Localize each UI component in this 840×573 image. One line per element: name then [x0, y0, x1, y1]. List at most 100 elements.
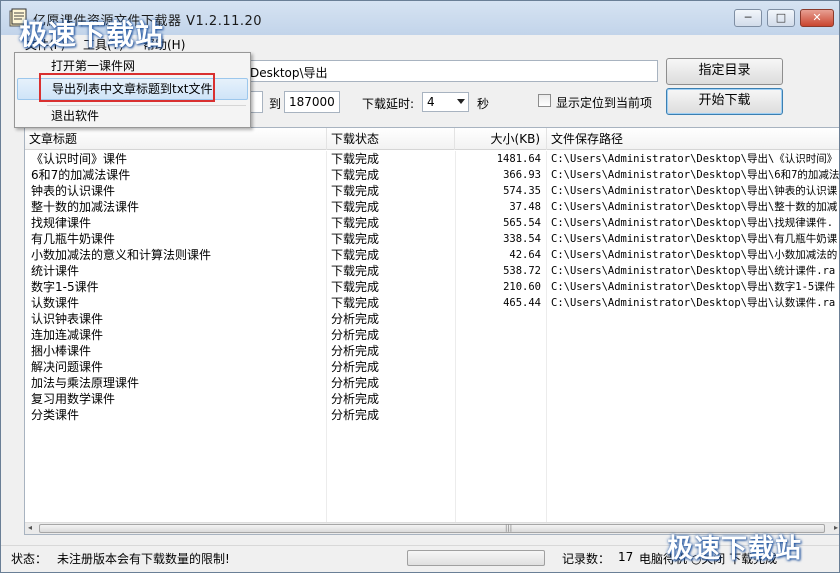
close-button[interactable]: ✕ — [800, 9, 834, 27]
save-path-input[interactable]: Desktop\导出 — [245, 60, 658, 82]
table-row[interactable]: 统计课件 下载完成 538.72 C:\Users\Administrator\Des… — [25, 263, 839, 279]
row-title: 分类课件 — [31, 408, 80, 422]
watermark-logo: 极速下载站 — [19, 18, 165, 51]
table-row[interactable]: 解决问题课件 分析完成 — [25, 359, 839, 375]
maximize-button[interactable]: □ — [767, 9, 795, 27]
row-path: C:\Users\Administrator\Desktop\导出\统计课件.r… — [551, 265, 836, 277]
row-path: C:\Users\Administrator\Desktop\导出\整十数的加减 — [551, 201, 838, 213]
header-size[interactable]: 大小(KB) — [455, 128, 547, 150]
row-title: 统计课件 — [31, 264, 80, 278]
row-status: 分析完成 — [331, 408, 380, 422]
row-status: 分析完成 — [331, 376, 380, 390]
table-row[interactable]: 整十数的加减法课件 下载完成 37.48 C:\Users\Administrator… — [25, 199, 839, 215]
row-title: 连加连减课件 — [31, 328, 104, 342]
row-path: C:\Users\Administrator\Desktop\导出\《认识时间》 — [551, 153, 838, 165]
row-path — [551, 343, 839, 359]
table-body: 《认识时间》课件 下载完成 1481.64 C:\Users\Administrato… — [25, 151, 840, 423]
records-label: 记录数： — [562, 552, 611, 566]
table-row[interactable]: 钟表的认识课件 下载完成 574.35 C:\Users\Administrator\… — [25, 183, 839, 199]
table-row[interactable]: 认识钟表课件 分析完成 — [25, 311, 839, 327]
chevron-down-icon — [457, 99, 465, 104]
row-status: 下载完成 — [331, 280, 380, 294]
row-status: 下载完成 — [331, 232, 380, 246]
menu-item-exit[interactable]: 退出软件 — [17, 105, 248, 127]
table-header: 文章标题 下载状态 大小(KB) 文件保存路径 — [25, 128, 839, 150]
row-path — [551, 407, 839, 423]
row-path — [551, 311, 839, 327]
row-size — [455, 407, 541, 423]
row-status: 分析完成 — [331, 392, 380, 406]
row-path — [551, 375, 839, 391]
row-size: 210.60 — [503, 281, 541, 293]
start-download-button[interactable]: 开始下载 — [666, 88, 783, 115]
row-size — [455, 327, 541, 343]
row-path — [551, 359, 839, 375]
close-icon: ✕ — [812, 11, 822, 24]
scroll-right-icon[interactable]: ▸ — [834, 523, 838, 532]
header-title[interactable]: 文章标题 — [25, 128, 327, 150]
status-message: 未注册版本会有下载数量的限制! — [57, 552, 230, 566]
row-status: 下载完成 — [331, 184, 380, 198]
table-row[interactable]: 6和7的加减法课件 下载完成 366.93 C:\Users\Administrato… — [25, 167, 840, 183]
table-row[interactable]: 复习用数学课件 分析完成 — [25, 391, 839, 407]
row-title: 加法与乘法原理课件 — [31, 376, 140, 390]
row-title: 有几瓶牛奶课件 — [31, 232, 116, 246]
row-size — [455, 343, 541, 359]
row-size: 42.64 — [509, 249, 541, 261]
show-location-checkbox[interactable] — [538, 94, 551, 107]
row-size — [455, 391, 541, 407]
row-status: 下载完成 — [331, 200, 380, 214]
grip-icon: ||| — [505, 524, 513, 532]
row-status: 分析完成 — [331, 312, 380, 326]
row-size: 565.54 — [503, 217, 541, 229]
records-count: 17 — [618, 550, 634, 564]
table-row[interactable]: 有几瓶牛奶课件 下载完成 338.54 C:\Users\Administrator\… — [25, 231, 839, 247]
row-size: 37.48 — [509, 201, 541, 213]
row-path: C:\Users\Administrator\Desktop\导出\小数加减法的 — [551, 249, 838, 261]
table-row[interactable]: 《认识时间》课件 下载完成 1481.64 C:\Users\Administrato… — [25, 151, 839, 167]
row-title: 数字1-5课件 — [31, 280, 99, 294]
delay-label: 下载延时: — [362, 97, 415, 111]
status-label: 状态： — [11, 552, 48, 566]
row-title: 整十数的加减法课件 — [31, 200, 140, 214]
row-path — [551, 391, 839, 407]
row-path: C:\Users\Administrator\Desktop\导出\数字1-5课… — [551, 281, 836, 293]
table-row[interactable]: 找规律课件 下载完成 565.54 C:\Users\Administrator\De… — [25, 215, 839, 231]
table-row[interactable]: 加法与乘法原理课件 分析完成 — [25, 375, 839, 391]
row-status: 下载完成 — [331, 248, 380, 262]
row-size — [455, 375, 541, 391]
row-size: 366.93 — [503, 169, 541, 181]
table-row[interactable]: 连加连减课件 分析完成 — [25, 327, 839, 343]
row-title: 认识钟表课件 — [31, 312, 104, 326]
download-progress-bar — [407, 550, 545, 566]
maximize-icon: □ — [775, 11, 787, 24]
header-path[interactable]: 文件保存路径 — [547, 128, 839, 150]
scroll-left-icon[interactable]: ◂ — [28, 523, 32, 532]
row-title: 6和7的加减法课件 — [31, 168, 131, 182]
table-row[interactable]: 分类课件 分析完成 — [25, 407, 839, 423]
row-size — [455, 359, 541, 375]
table-row[interactable]: 小数加减法的意义和计算法则课件 下载完成 42.64 C:\Users\Adminis… — [25, 247, 839, 263]
minimize-button[interactable]: ─ — [734, 9, 762, 27]
range-to-label: 到 — [269, 97, 282, 111]
range-end-input[interactable]: 187000 — [284, 91, 340, 113]
header-status[interactable]: 下载状态 — [327, 128, 455, 150]
row-size: 465.44 — [503, 297, 541, 309]
row-status: 分析完成 — [331, 360, 380, 374]
delay-unit-label: 秒 — [477, 97, 490, 111]
row-title: 解决问题课件 — [31, 360, 104, 374]
row-path: C:\Users\Administrator\Desktop\导出\钟表的认识课 — [551, 185, 838, 197]
row-path: C:\Users\Administrator\Desktop\导出\6和7的加减… — [551, 169, 840, 181]
delay-select[interactable]: 4 — [422, 92, 469, 112]
row-size: 338.54 — [503, 233, 541, 245]
download-table: 文章标题 下载状态 大小(KB) 文件保存路径 《认识时间》课件 下载完成 1481… — [24, 127, 840, 535]
table-row[interactable]: 数字1-5课件 下载完成 210.60 C:\Users\Administrator\… — [25, 279, 839, 295]
table-row[interactable]: 捆小棒课件 分析完成 — [25, 343, 839, 359]
table-row[interactable]: 认数课件 下载完成 465.44 C:\Users\Administrator\Des… — [25, 295, 839, 311]
row-status: 下载完成 — [331, 152, 380, 166]
set-dir-button[interactable]: 指定目录 — [666, 58, 783, 85]
row-path: C:\Users\Administrator\Desktop\导出\认数课件.r… — [551, 297, 836, 309]
row-size: 538.72 — [503, 265, 541, 277]
row-status: 下载完成 — [331, 216, 380, 230]
delay-value: 4 — [427, 95, 435, 109]
